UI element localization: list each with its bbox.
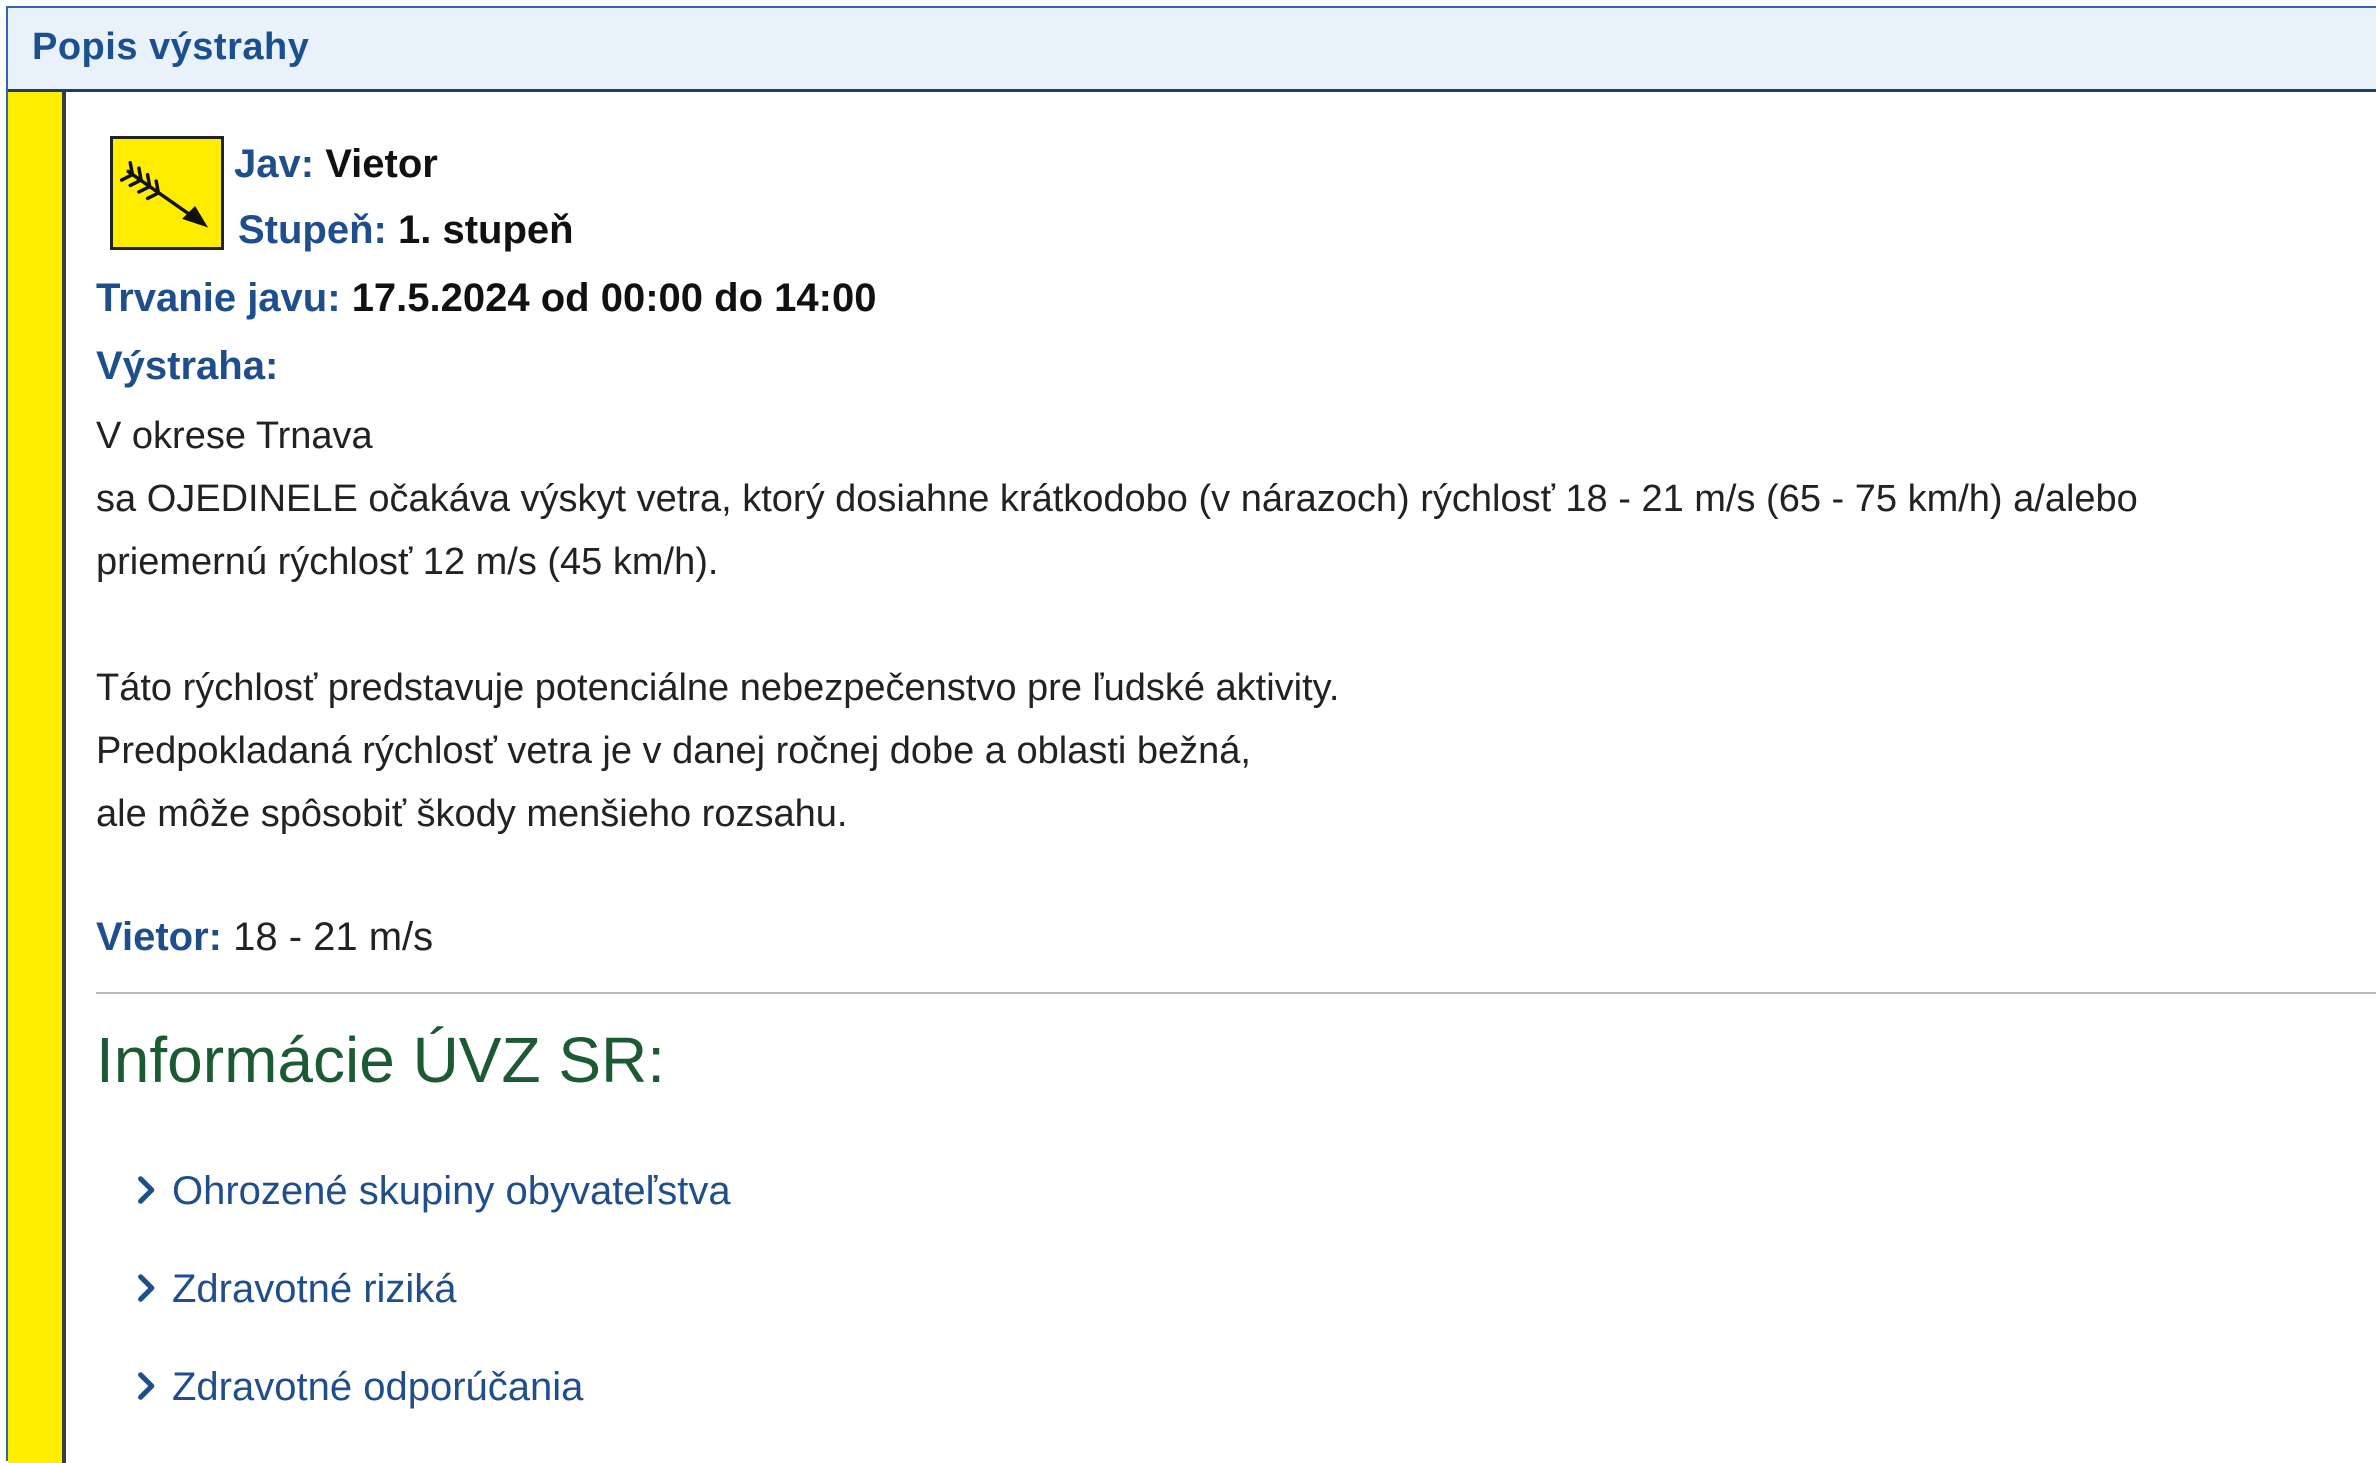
warning-text-line: ale môže spôsobiť škody menšieho rozsahu… (96, 793, 848, 835)
level-row: Stupeň: 1. stupeň (238, 206, 574, 254)
link-health-recommendations[interactable]: Zdravotné odporúčania (130, 1362, 583, 1412)
warning-label-row: Výstraha: (96, 342, 278, 390)
warning-content: Jav: Vietor Stupeň: 1. stupeň Trvanie ja… (66, 92, 2376, 1461)
wind-speed-value: 18 - 21 m/s (233, 915, 434, 959)
wind-icon (110, 136, 224, 250)
phenomenon-label: Jav: (234, 142, 315, 186)
duration-label: Trvanie javu: (96, 276, 341, 320)
wind-icon-graphic (119, 161, 209, 228)
warning-text-line: Táto rýchlosť predstavuje potenciálne ne… (96, 667, 1340, 709)
warning-text-line: sa OJEDINELE očakáva výskyt vetra, ktorý… (96, 478, 2138, 520)
phenomenon-row: Jav: Vietor (234, 140, 438, 188)
duration-value: 17.5.2024 od 00:00 do 14:00 (351, 276, 877, 320)
duration-row: Trvanie javu: 17.5.2024 od 00:00 do 14:0… (96, 274, 876, 322)
phenomenon-value: Vietor (325, 142, 438, 186)
link-endangered-groups[interactable]: Ohrozené skupiny obyvateľstva (130, 1166, 731, 1216)
section-divider (96, 992, 2376, 994)
warning-description-panel: Popis výstrahy Jav: Vietor Stupeň: 1. st… (6, 6, 2376, 1463)
link-health-risks[interactable]: Zdravotné riziká (130, 1264, 457, 1314)
link-label[interactable]: Ohrozené skupiny obyvateľstva (172, 1169, 731, 1213)
warning-label: Výstraha: (96, 344, 279, 388)
level-label: Stupeň: (238, 208, 387, 252)
warning-text-line: priemernú rýchlosť 12 m/s (45 km/h). (96, 541, 719, 583)
info-heading: Informácie ÚVZ SR: (96, 1024, 666, 1096)
warning-text-line: Predpokladaná rýchlosť vetra je v danej … (96, 730, 1251, 772)
link-label[interactable]: Zdravotné odporúčania (172, 1365, 583, 1409)
wind-speed-row: Vietor: 18 - 21 m/s (96, 913, 433, 961)
chevron-right-icon (130, 1272, 164, 1304)
panel-title: Popis výstrahy (32, 26, 310, 68)
level-value: 1. stupeň (398, 208, 574, 252)
warning-level-bar (8, 92, 66, 1463)
chevron-right-icon (130, 1174, 164, 1206)
link-label[interactable]: Zdravotné riziká (172, 1267, 457, 1311)
wind-speed-label: Vietor: (96, 915, 222, 959)
warning-text-line: V okrese Trnava (96, 415, 373, 457)
panel-header: Popis výstrahy (8, 8, 2376, 92)
chevron-right-icon (130, 1370, 164, 1402)
